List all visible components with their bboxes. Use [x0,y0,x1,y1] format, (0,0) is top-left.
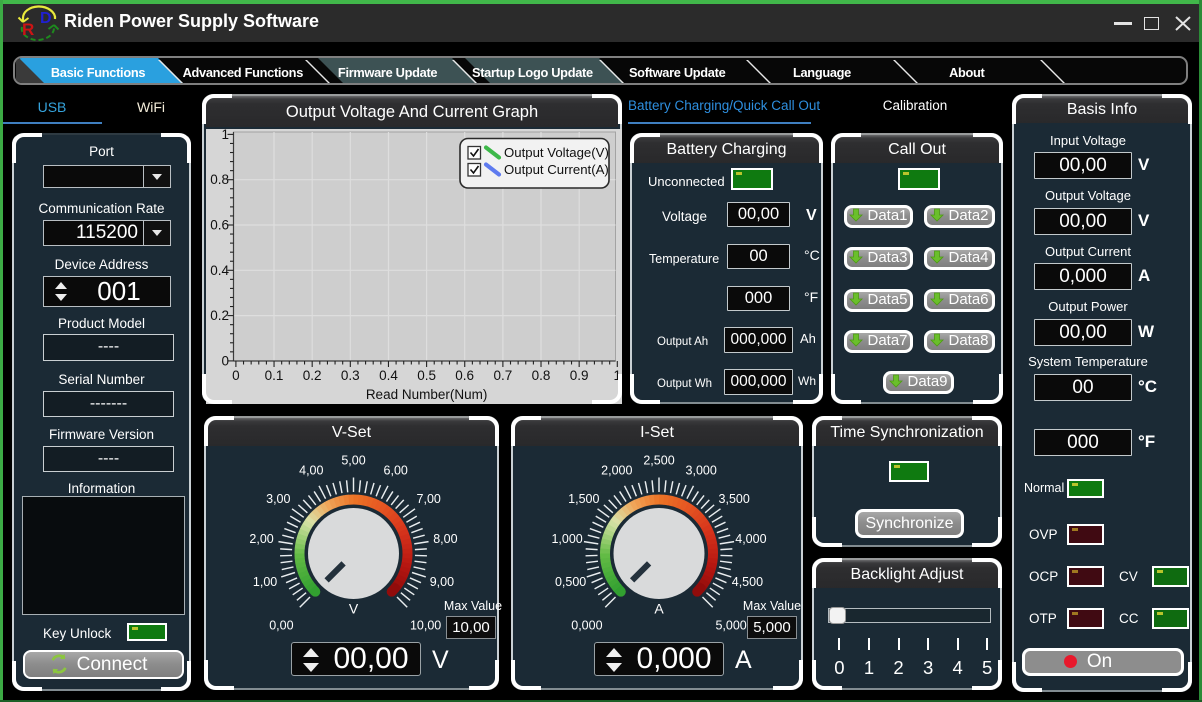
svg-text:2,000: 2,000 [601,464,632,478]
svg-text:A: A [654,601,664,617]
svg-text:3,00: 3,00 [266,492,290,506]
svg-text:2,00: 2,00 [249,532,273,546]
svg-text:2,500: 2,500 [643,454,674,468]
svg-text:0: 0 [232,368,240,383]
svg-text:1,500: 1,500 [568,492,599,506]
svg-text:0.2: 0.2 [210,308,229,323]
svg-text:0,000: 0,000 [571,619,602,633]
svg-text:10,00: 10,00 [410,619,441,633]
svg-text:0.2: 0.2 [303,368,322,383]
svg-text:0.9: 0.9 [570,368,589,383]
svg-text:0.6: 0.6 [210,218,229,233]
svg-text:5,00: 5,00 [341,454,365,468]
svg-text:8,00: 8,00 [433,532,457,546]
svg-text:1: 1 [221,127,229,142]
svg-text:0: 0 [221,353,229,368]
svg-text:0.4: 0.4 [379,368,398,383]
svg-text:0.7: 0.7 [494,368,513,383]
svg-text:D: D [40,10,52,27]
svg-text:9,00: 9,00 [430,575,454,589]
svg-text:0,500: 0,500 [555,575,586,589]
svg-text:Output Current(A): Output Current(A) [504,162,609,177]
svg-text:4,000: 4,000 [735,532,766,546]
svg-text:0.8: 0.8 [532,368,551,383]
svg-text:R: R [22,20,34,39]
svg-text:4,500: 4,500 [732,575,763,589]
svg-text:Read Number(Num): Read Number(Num) [366,387,488,402]
svg-text:0.8: 0.8 [210,172,229,187]
svg-text:1,000: 1,000 [551,532,582,546]
svg-text:0.3: 0.3 [341,368,360,383]
svg-text:1,00: 1,00 [253,575,277,589]
svg-text:0.5: 0.5 [417,368,436,383]
svg-text:V: V [349,601,359,617]
svg-text:0.1: 0.1 [265,368,284,383]
svg-text:0.4: 0.4 [210,263,229,278]
svg-text:7,00: 7,00 [417,492,441,506]
svg-text:5,000: 5,000 [715,619,746,633]
svg-text:Output Voltage(V): Output Voltage(V) [504,145,609,160]
svg-text:3,000: 3,000 [686,464,717,478]
svg-text:6,00: 6,00 [384,464,408,478]
svg-text:0,00: 0,00 [269,619,293,633]
svg-text:3,500: 3,500 [719,492,750,506]
svg-text:0.6: 0.6 [455,368,474,383]
svg-text:4,00: 4,00 [299,464,323,478]
